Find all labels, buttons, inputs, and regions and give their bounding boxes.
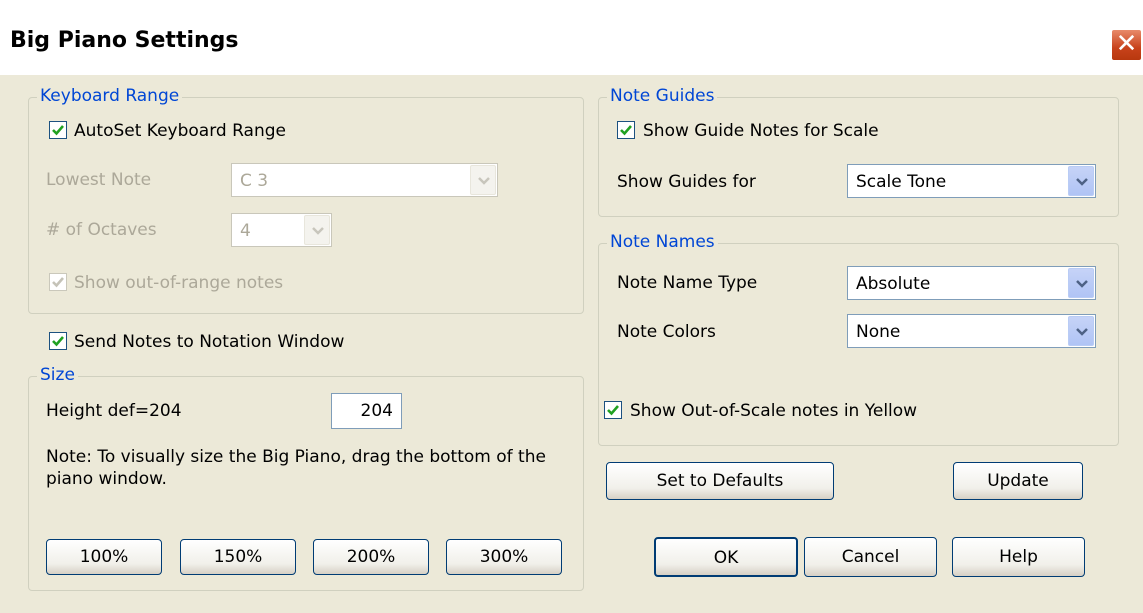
lowest-note-dropdown-button[interactable] (470, 165, 496, 195)
title-bar[interactable]: Big Piano Settings ✕ (0, 6, 1143, 75)
size-note: Note: To visually size the Big Piano, dr… (46, 447, 546, 489)
chevron-down-icon (312, 227, 324, 235)
dialog-body: Keyboard Range AutoSet Keyboard Range Lo… (0, 75, 1143, 613)
chevron-down-icon (1076, 328, 1088, 336)
show-guide-label: Show Guide Notes for Scale (643, 121, 879, 141)
note-colors-value: None (856, 322, 901, 342)
send-notes-label: Send Notes to Notation Window (74, 332, 345, 352)
close-icon: ✕ (1115, 29, 1138, 59)
checkmark-icon (607, 405, 619, 416)
autoset-checkbox[interactable] (49, 121, 67, 139)
note-colors-dropdown-button[interactable] (1068, 316, 1094, 346)
window-title: Big Piano Settings (10, 28, 239, 53)
ok-button[interactable]: OK (654, 537, 798, 577)
note-name-type-select[interactable]: Absolute (847, 266, 1096, 300)
zoom-150-button[interactable]: 150% (180, 539, 296, 575)
note-name-type-label: Note Name Type (617, 273, 758, 293)
octaves-dropdown-button[interactable] (304, 215, 330, 245)
guides-for-label: Show Guides for (617, 172, 756, 192)
set-to-defaults-button[interactable]: Set to Defaults (606, 462, 834, 500)
guides-for-dropdown-button[interactable] (1068, 166, 1094, 196)
octaves-value: 4 (240, 221, 251, 241)
lowest-note-label: Lowest Note (46, 170, 152, 190)
out-of-scale-label: Show Out-of-Scale notes in Yellow (630, 401, 918, 421)
update-button[interactable]: Update (953, 462, 1083, 500)
note-names-legend: Note Names (607, 232, 718, 252)
note-guides-legend: Note Guides (607, 86, 718, 106)
height-input-value: 204 (360, 401, 393, 421)
checkmark-icon (52, 336, 64, 347)
octaves-label: # of Octaves (46, 220, 157, 240)
show-guide-checkbox[interactable] (617, 121, 635, 139)
help-button[interactable]: Help (952, 537, 1085, 577)
out-of-range-checkbox[interactable] (49, 273, 67, 291)
lowest-note-value: C 3 (240, 171, 269, 191)
height-input[interactable]: 204 (331, 393, 402, 429)
note-colors-select[interactable]: None (847, 314, 1096, 348)
zoom-100-button[interactable]: 100% (46, 539, 162, 575)
send-notes-checkbox[interactable] (49, 332, 67, 350)
octaves-select[interactable]: 4 (231, 213, 332, 247)
close-button[interactable]: ✕ (1110, 28, 1143, 62)
note-colors-label: Note Colors (617, 322, 716, 342)
note-name-type-value: Absolute (856, 274, 931, 294)
height-label: Height def=204 (46, 401, 182, 421)
chevron-down-icon (478, 177, 490, 185)
chevron-down-icon (1076, 178, 1088, 186)
out-of-range-label: Show out-of-range notes (74, 273, 284, 293)
checkmark-icon (52, 125, 64, 136)
autoset-label: AutoSet Keyboard Range (74, 121, 286, 141)
keyboard-range-legend: Keyboard Range (37, 86, 183, 106)
guides-for-value: Scale Tone (856, 172, 947, 192)
zoom-200-button[interactable]: 200% (313, 539, 429, 575)
size-legend: Size (37, 365, 78, 385)
lowest-note-select[interactable]: C 3 (231, 163, 498, 197)
big-piano-settings-dialog: Big Piano Settings ✕ Keyboard Range Auto… (0, 0, 1143, 613)
checkmark-icon (620, 125, 632, 136)
zoom-300-button[interactable]: 300% (446, 539, 562, 575)
cancel-button[interactable]: Cancel (804, 537, 937, 577)
out-of-scale-checkbox[interactable] (604, 401, 622, 419)
chevron-down-icon (1076, 280, 1088, 288)
note-name-type-dropdown-button[interactable] (1068, 268, 1094, 298)
guides-for-select[interactable]: Scale Tone (847, 164, 1096, 198)
checkmark-icon (52, 277, 64, 288)
note-guides-group: Note Guides (598, 86, 1119, 217)
